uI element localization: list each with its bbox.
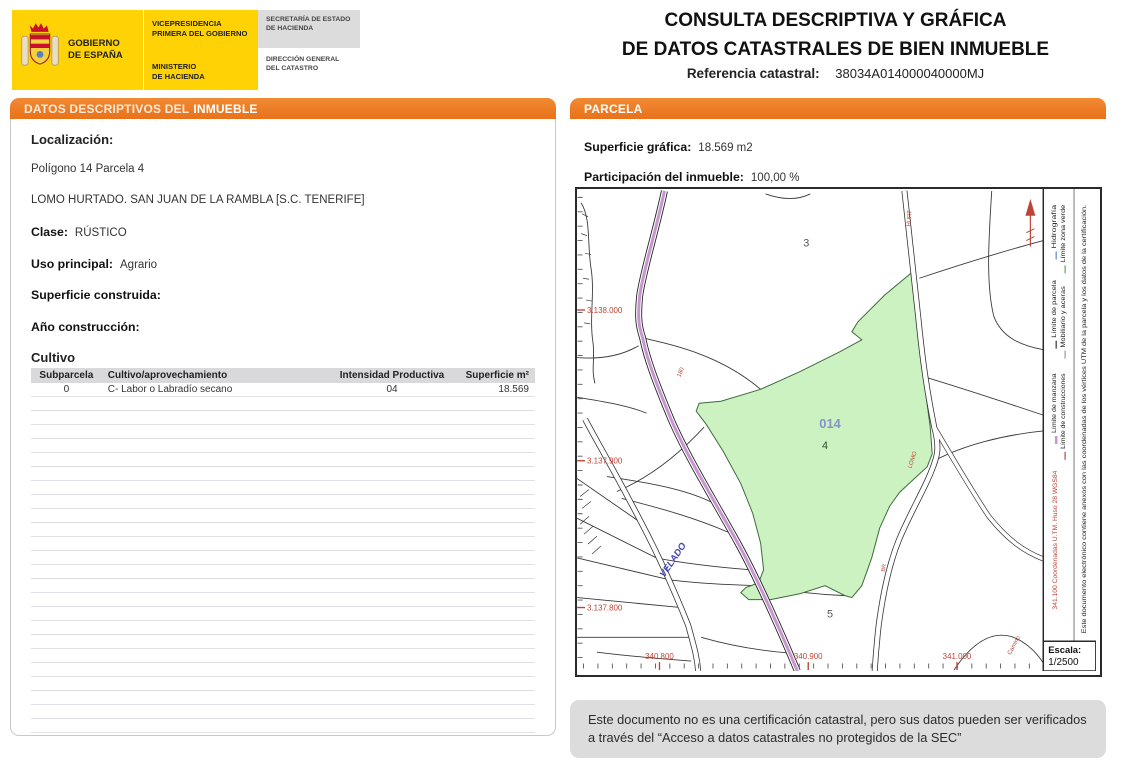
empty-table-row	[31, 606, 535, 620]
gobierno-label: GOBIERNO DE ESPAÑA	[68, 38, 123, 62]
secretaria-label: SECRETARÍA DE ESTADODE HACIENDA	[258, 10, 360, 48]
ministry-box: VICEPRESIDENCIAPRIMERA DEL GOBIERNO MINI…	[144, 10, 258, 90]
annex-note: Este documento electrónico contiene anex…	[1081, 205, 1088, 634]
localizacion-line2: LOMO HURTADO. SAN JUAN DE LA RAMBLA [S.C…	[31, 190, 535, 210]
empty-table-row	[31, 494, 535, 508]
escala-value: 1/2500	[1048, 657, 1079, 668]
datos-descriptivos-panel: DATOS DESCRIPTIVOS DEL INMUEBLE Localiza…	[10, 98, 556, 736]
legend-mobiliario: Mobiliario y aceras	[1060, 286, 1067, 347]
utm-coords-note: 341.100 Coordenadas U.TM. Huso 28 WGS84	[1052, 470, 1059, 609]
parcela-title: PARCELA	[584, 102, 643, 116]
empty-table-row	[31, 508, 535, 522]
empty-table-row	[31, 480, 535, 494]
cadastral-reference: Referencia catastral: 38034A014000040000…	[565, 66, 1106, 81]
cultivo-table: SubparcelaCultivo/aprovechamientoIntensi…	[31, 368, 535, 737]
empty-table-row	[31, 452, 535, 466]
empty-table-row	[31, 410, 535, 424]
empty-table-row	[31, 466, 535, 480]
ministerio-label: MINISTERIODE HACIENDA	[152, 62, 250, 81]
empty-table-row	[31, 732, 535, 736]
empty-table-row	[31, 620, 535, 634]
road-code-br: BR	[881, 564, 888, 573]
empty-table-row	[31, 424, 535, 438]
cadastral-map: 3.138.000 3.137.900 3.137.800 340.800 34…	[575, 187, 1102, 677]
superficie-construida-row: Superficie construida:	[31, 286, 535, 306]
legend-limite-construcciones: Límite de construcciones	[1060, 373, 1067, 448]
empty-table-row	[31, 704, 535, 718]
parcel-4-label: 4	[822, 440, 828, 452]
gobierno-de-espana-box: GOBIERNO DE ESPAÑA	[12, 10, 144, 90]
x-label-2: 341.000	[943, 652, 972, 661]
empty-table-row	[31, 536, 535, 550]
empty-table-row	[31, 396, 535, 410]
document-title: CONSULTA DESCRIPTIVA Y GRÁFICA DE DATOS …	[565, 6, 1106, 64]
road-code-hurt: HURT	[906, 210, 913, 227]
spain-coat-of-arms-icon	[18, 20, 62, 81]
superficie-grafica-row: Superficie gráfica:18.569 m2	[584, 138, 1092, 157]
cadastral-document-page: GOBIERNO DE ESPAÑA VICEPRESIDENCIAPRIMER…	[0, 0, 1121, 764]
participacion-row: Participación del inmueble:100,00 %	[584, 168, 1092, 187]
uso-row: Uso principal:Agrario	[31, 255, 535, 275]
localizacion-label: Localización:	[31, 132, 535, 147]
x-label-0: 340.800	[645, 652, 674, 661]
anio-construccion-row: Año construcción:	[31, 318, 535, 338]
legend-zona-verde: Límite zona verde	[1060, 204, 1067, 262]
parcela-header: PARCELA	[570, 98, 1106, 119]
localizacion-line1: Polígono 14 Parcela 4	[31, 159, 535, 179]
legend-limite-parcela: Límite de parcela	[1051, 280, 1058, 338]
empty-table-row	[31, 564, 535, 578]
department-column: SECRETARÍA DE ESTADODE HACIENDA DIRECCIÓ…	[258, 10, 360, 90]
vicepresidencia-label: VICEPRESIDENCIAPRIMERA DEL GOBIERNO	[152, 19, 250, 38]
subparcel-014-label: 014	[819, 416, 841, 431]
clase-row: Clase:RÚSTICO	[31, 223, 535, 243]
empty-table-row	[31, 592, 535, 606]
direccion-catastro-label: DIRECCIÓN GENERALDEL CATASTRO	[258, 48, 360, 81]
panel-title-prefix: DATOS DESCRIPTIVOS DEL	[24, 102, 189, 116]
parcel-3-label: 3	[803, 238, 809, 250]
reference-label: Referencia catastral:	[687, 66, 820, 81]
x-label-1: 340.900	[794, 652, 823, 661]
empty-table-row	[31, 522, 535, 536]
government-logo-block: GOBIERNO DE ESPAÑA VICEPRESIDENCIAPRIMER…	[12, 10, 360, 90]
datos-descriptivos-header: DATOS DESCRIPTIVOS DEL INMUEBLE	[10, 98, 556, 119]
parcel-5-label: 5	[827, 608, 833, 620]
empty-table-row	[31, 718, 535, 732]
table-row: 0C- Labor o Labradío secano0418.569	[31, 383, 535, 397]
cultivo-title: Cultivo	[31, 350, 535, 365]
y-label-1: 3.137.900	[587, 457, 623, 466]
escala-label: Escala:	[1048, 644, 1081, 655]
empty-table-row	[31, 662, 535, 676]
y-label-2: 3.137.800	[587, 604, 623, 613]
empty-table-row	[31, 438, 535, 452]
empty-table-row	[31, 634, 535, 648]
empty-table-row	[31, 550, 535, 564]
empty-table-row	[31, 578, 535, 592]
disclaimer-note: Este documento no es una certificación c…	[570, 700, 1106, 758]
map-svg: 3.138.000 3.137.900 3.137.800 340.800 34…	[577, 189, 1096, 671]
legend-hidrografia: Hidrografía	[1051, 204, 1058, 248]
y-label-0: 3.138.000	[587, 306, 623, 315]
empty-table-row	[31, 676, 535, 690]
legend-limite-manzana: Límite de manzana	[1051, 373, 1058, 433]
datos-descriptivos-card: Localización: Polígono 14 Parcela 4 LOMO…	[10, 119, 556, 736]
reference-value: 38034A014000040000MJ	[835, 66, 984, 81]
empty-table-row	[31, 648, 535, 662]
panel-title-emph: INMUEBLE	[193, 102, 257, 116]
empty-table-row	[31, 690, 535, 704]
